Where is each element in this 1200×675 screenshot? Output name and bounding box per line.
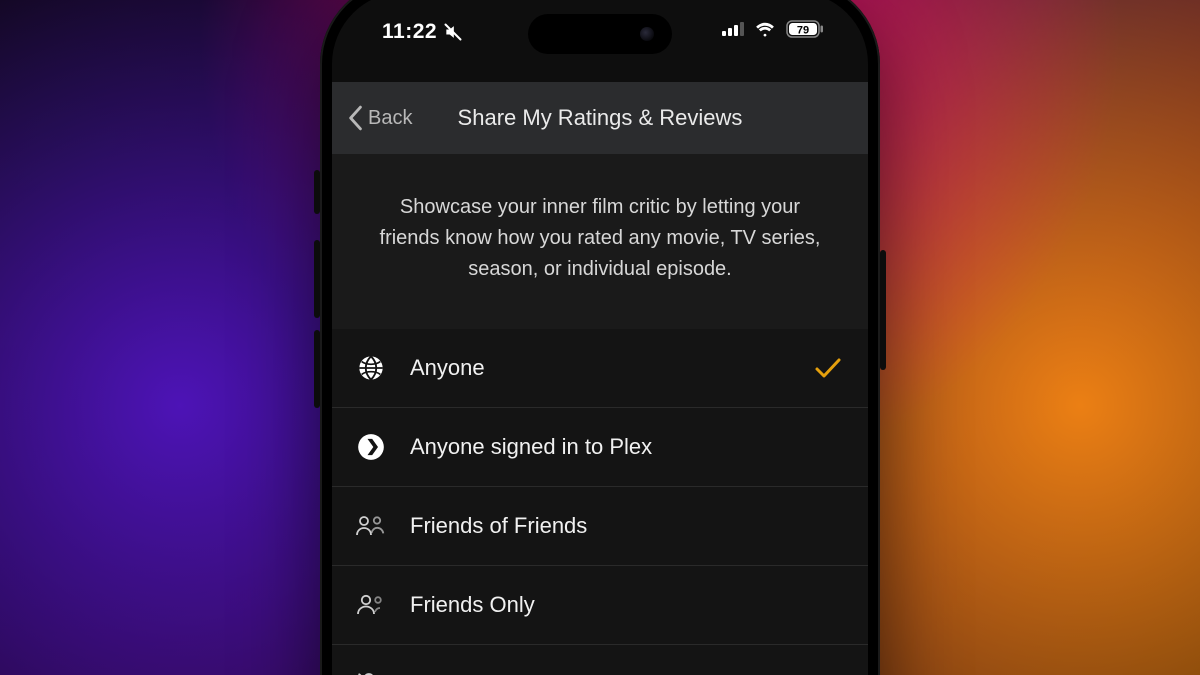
option-label: Private [410,671,842,675]
phone-frame: 11:22 [320,0,880,675]
mute-switch [314,170,320,214]
status-right: 79 [722,20,824,38]
content-area: Showcase your inner film critic by letti… [332,154,868,675]
battery-percent: 79 [797,25,809,37]
volume-up [314,240,320,318]
power-button [880,250,886,370]
status-time-area: 11:22 [382,20,463,44]
status-time: 11:22 [382,20,437,44]
option-friends-of-friends[interactable]: Friends of Friends [332,487,868,566]
option-label: Anyone signed in to Plex [410,434,842,460]
option-private[interactable]: Private [332,645,868,675]
check-icon [814,357,842,379]
back-button[interactable]: Back [332,105,412,131]
option-friends-only[interactable]: Friends Only [332,566,868,645]
cellular-icon [722,22,744,36]
front-camera [640,27,654,41]
option-anyone[interactable]: Anyone [332,329,868,408]
private-icon [354,671,388,675]
wifi-icon [754,21,776,37]
option-label: Friends Only [410,592,842,618]
battery-icon: 79 [786,20,824,38]
chevron-left-icon [346,105,364,131]
volume-down [314,330,320,408]
background: 11:22 [0,0,1200,675]
phone-screen: 11:22 [332,0,868,675]
globe-icon [354,354,388,382]
option-label: Anyone [410,355,792,381]
options-list: Anyone [332,329,868,675]
plex-icon [354,433,388,461]
section-description: Showcase your inner film critic by letti… [332,154,868,329]
silent-mode-icon [443,22,463,42]
friends-only-icon [354,592,388,618]
back-label: Back [368,107,412,130]
nav-bar: Back Share My Ratings & Reviews [332,82,868,154]
dynamic-island [528,14,672,54]
option-anyone-signed-in[interactable]: Anyone signed in to Plex [332,408,868,487]
friends-of-friends-icon [354,513,388,539]
option-label: Friends of Friends [410,513,842,539]
